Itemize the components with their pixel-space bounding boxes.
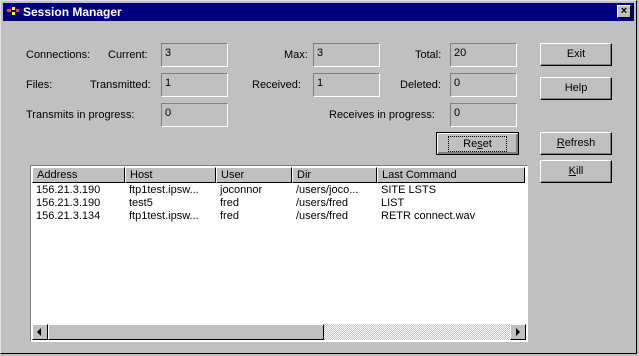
help-button[interactable]: Help bbox=[540, 77, 612, 100]
receives-in-progress-label: Receives in progress: bbox=[329, 109, 435, 121]
column-header-dir[interactable]: Dir bbox=[292, 167, 377, 183]
table-row[interactable]: 156.21.3.190 ftp1test.ipsw... joconnor /… bbox=[32, 184, 526, 197]
files-label: Files: bbox=[26, 79, 53, 91]
help-label: Help bbox=[564, 82, 588, 94]
reset-button[interactable]: Reset bbox=[436, 132, 519, 155]
transmits-in-progress-field: 0 bbox=[161, 103, 228, 127]
total-connections-field: 20 bbox=[450, 43, 517, 67]
cell-host: ftp1test.ipsw... bbox=[129, 210, 199, 222]
cell-dir: /users/fred bbox=[296, 210, 348, 222]
column-header-last-command[interactable]: Last Command bbox=[377, 167, 525, 183]
refresh-label: Refresh bbox=[556, 137, 596, 149]
close-icon: × bbox=[620, 5, 628, 17]
session-manager-window: Session Manager × Connections: Current: … bbox=[0, 0, 637, 354]
arrow-left-icon bbox=[37, 328, 41, 336]
column-header-user[interactable]: User bbox=[216, 167, 292, 183]
scroll-right-button[interactable] bbox=[510, 324, 526, 340]
arrow-right-icon bbox=[516, 328, 520, 336]
total-label: Total: bbox=[415, 49, 442, 61]
transmits-in-progress-label: Transmits in progress: bbox=[26, 109, 135, 121]
scroll-left-button[interactable] bbox=[32, 324, 48, 340]
transmitted-label: Transmitted: bbox=[90, 79, 151, 91]
cell-address: 156.21.3.134 bbox=[36, 210, 101, 222]
table-row[interactable]: 156.21.3.134 ftp1test.ipsw... fred /user… bbox=[32, 210, 526, 223]
max-label: Max: bbox=[284, 49, 308, 61]
horizontal-scrollbar[interactable] bbox=[32, 324, 526, 340]
cell-user: fred bbox=[220, 210, 239, 222]
reset-label: Reset bbox=[448, 136, 507, 152]
cell-dir: /users/fred bbox=[296, 197, 348, 209]
app-icon bbox=[7, 7, 19, 15]
title-bar[interactable]: Session Manager × bbox=[3, 3, 634, 21]
table-row[interactable]: 156.21.3.190 test5 fred /users/fred LIST bbox=[32, 197, 526, 210]
close-button[interactable]: × bbox=[617, 5, 631, 18]
cell-host: ftp1test.ipsw... bbox=[129, 184, 199, 196]
kill-label: Kill bbox=[568, 165, 584, 177]
cell-user: fred bbox=[220, 197, 239, 209]
transmitted-field: 1 bbox=[161, 73, 228, 97]
cell-user: joconnor bbox=[220, 184, 263, 196]
cell-last-command: LIST bbox=[381, 197, 405, 209]
scroll-thumb[interactable] bbox=[48, 324, 324, 340]
max-connections-field: 3 bbox=[313, 43, 380, 67]
cell-address: 156.21.3.190 bbox=[36, 184, 101, 196]
kill-button[interactable]: Kill bbox=[540, 160, 612, 183]
column-header-address[interactable]: Address bbox=[32, 167, 125, 183]
deleted-field: 0 bbox=[450, 73, 517, 97]
received-field: 1 bbox=[313, 73, 380, 97]
current-connections-field: 3 bbox=[161, 43, 228, 67]
cell-dir: /users/joco... bbox=[296, 184, 359, 196]
cell-host: test5 bbox=[129, 197, 153, 209]
session-list[interactable]: Address Host User Dir Last Command 156.2… bbox=[30, 165, 528, 342]
current-label: Current: bbox=[108, 49, 148, 61]
window-title: Session Manager bbox=[23, 5, 122, 19]
exit-button[interactable]: Exit bbox=[540, 43, 612, 66]
cell-last-command: RETR connect.wav bbox=[381, 210, 476, 222]
column-header-host[interactable]: Host bbox=[125, 167, 216, 183]
connections-label: Connections: bbox=[26, 49, 91, 61]
receives-in-progress-field: 0 bbox=[450, 103, 517, 127]
refresh-button[interactable]: Refresh bbox=[540, 132, 612, 155]
cell-last-command: SITE LSTS bbox=[381, 184, 437, 196]
cell-address: 156.21.3.190 bbox=[36, 197, 101, 209]
exit-label: Exit bbox=[566, 48, 586, 60]
received-label: Received: bbox=[252, 79, 301, 91]
deleted-label: Deleted: bbox=[400, 79, 441, 91]
